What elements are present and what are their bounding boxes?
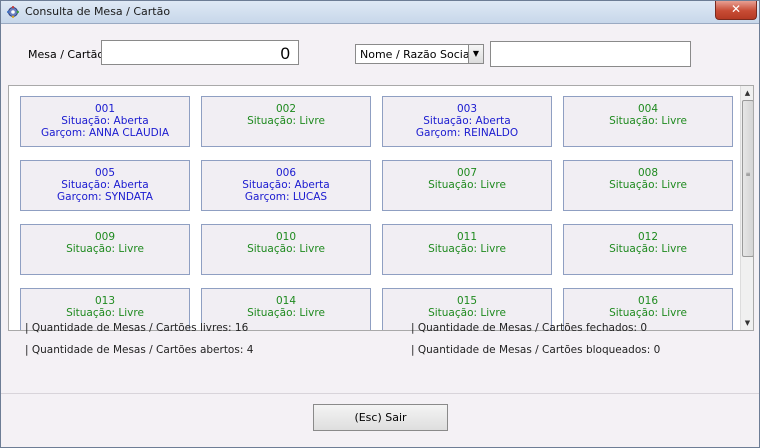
table-status: Situação: Livre [609,243,687,255]
table-cell[interactable]: 010 Situação: Livre [201,224,371,275]
table-status: Situação: Aberta [423,115,511,127]
table-status: Situação: Livre [428,243,506,255]
filter-select[interactable]: Nome / Razão Social ▼ [355,44,484,64]
app-gear-icon [7,6,19,18]
table-number: 015 [456,295,478,307]
filter-select-value: Nome / Razão Social [360,48,473,61]
mesa-input[interactable]: 0 [101,40,299,65]
table-status: Situação: Livre [247,307,325,319]
mesa-label: Mesa / Cartão: [28,48,108,61]
scroll-up-icon[interactable]: ▲ [741,86,753,100]
table-waiter: Garçom: REINALDO [415,127,519,139]
title-bar[interactable]: Consulta de Mesa / Cartão ✕ [1,1,759,24]
table-status: Situação: Livre [609,115,687,127]
table-cell[interactable]: 001 Situação: Aberta Garçom: ANNA CLAUDIA [20,96,190,147]
table-status: Situação: Livre [609,307,687,319]
table-waiter: Garçom: LUCAS [244,191,328,203]
consulta-mesa-window: Consulta de Mesa / Cartão ✕ Mesa / Cartã… [0,0,760,448]
table-cell[interactable]: 003 Situação: Aberta Garçom: REINALDO [382,96,552,147]
sair-button[interactable]: (Esc) Sair [313,404,448,431]
table-number: 012 [637,231,659,243]
table-cell[interactable]: 008 Situação: Livre [563,160,733,211]
stat-livres: | Quantidade de Mesas / Cartões livres: … [25,322,249,334]
table-cell[interactable]: 005 Situação: Aberta Garçom: SYNDATA [20,160,190,211]
table-status: Situação: Livre [247,243,325,255]
table-number: 011 [456,231,478,243]
table-cell[interactable]: 009 Situação: Livre [20,224,190,275]
table-cell[interactable]: 004 Situação: Livre [563,96,733,147]
table-status: Situação: Livre [428,307,506,319]
stat-fechados: | Quantidade de Mesas / Cartões fechados… [411,322,648,334]
window-title: Consulta de Mesa / Cartão [25,5,171,18]
scroll-grip-icon: ≡ [745,171,751,178]
table-cell[interactable]: 006 Situação: Aberta Garçom: LUCAS [201,160,371,211]
tables-panel: 001 Situação: Aberta Garçom: ANNA CLAUDIA 0… [8,85,754,331]
table-cell[interactable]: 007 Situação: Livre [382,160,552,211]
divider [1,393,759,394]
table-number: 006 [275,167,297,179]
table-status: Situação: Aberta [61,179,149,191]
table-status: Situação: Livre [66,243,144,255]
stat-abertos: | Quantidade de Mesas / Cartões abertos:… [25,344,254,356]
vertical-scrollbar[interactable]: ▲ ≡ ▼ [740,86,753,330]
table-number: 005 [94,167,116,179]
search-bar: Mesa / Cartão: 0 Nome / Razão Social ▼ [1,24,759,82]
table-number: 003 [456,103,478,115]
scroll-thumb[interactable]: ≡ [742,100,753,257]
table-number: 001 [94,103,116,115]
close-icon: ✕ [730,2,742,16]
table-waiter: Garçom: ANNA CLAUDIA [40,127,170,139]
table-number: 008 [637,167,659,179]
table-number: 010 [275,231,297,243]
table-cell[interactable]: 012 Situação: Livre [563,224,733,275]
table-number: 002 [275,103,297,115]
table-status: Situação: Livre [247,115,325,127]
table-number: 013 [94,295,116,307]
table-waiter: Garçom: SYNDATA [57,191,153,203]
close-button[interactable]: ✕ [715,1,757,20]
table-number: 014 [275,295,297,307]
table-cell[interactable]: 011 Situação: Livre [382,224,552,275]
chevron-down-icon[interactable]: ▼ [468,45,483,63]
search-input[interactable] [490,41,691,67]
scroll-down-icon[interactable]: ▼ [741,316,753,330]
table-number: 009 [94,231,116,243]
table-status: Situação: Aberta [242,179,330,191]
table-status: Situação: Livre [609,179,687,191]
table-status: Situação: Livre [66,307,144,319]
table-status: Situação: Livre [428,179,506,191]
stat-bloqueados: | Quantidade de Mesas / Cartões bloquead… [411,344,661,356]
table-number: 007 [456,167,478,179]
table-number: 016 [637,295,659,307]
table-number: 004 [637,103,659,115]
table-cell[interactable]: 002 Situação: Livre [201,96,371,147]
table-status: Situação: Aberta [61,115,149,127]
